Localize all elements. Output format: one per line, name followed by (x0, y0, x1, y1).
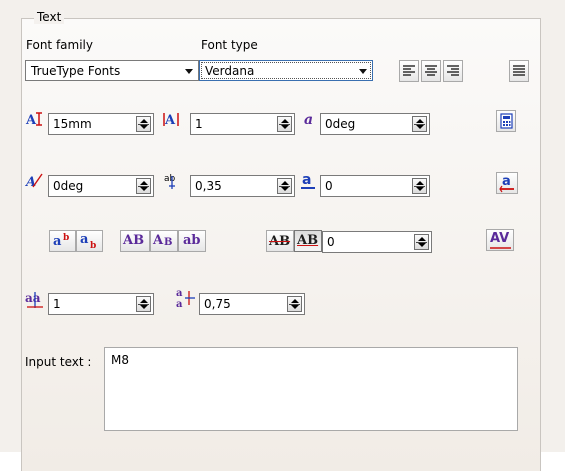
kerning-underline-icon (490, 247, 511, 249)
input-text-area[interactable]: M8 (104, 347, 518, 431)
pitch-value: 0,75 (204, 297, 231, 311)
orientation-icon: A (25, 173, 43, 190)
justify-icon (513, 65, 525, 76)
underline-offset-value: 0 (325, 179, 333, 193)
line-spacing-icon: aa (25, 291, 43, 308)
slant-spinner[interactable]: 0deg (320, 113, 430, 135)
frame-label: AB (297, 233, 319, 248)
underline-offset-spinner[interactable]: 0 (320, 175, 430, 197)
spin-arrows-icon[interactable] (136, 296, 151, 312)
uppercase-button[interactable]: AB (120, 230, 150, 252)
char-spacing-value: 0,35 (195, 179, 222, 193)
uppercase-label: AB (123, 233, 145, 248)
svg-text:a: a (304, 112, 313, 128)
svg-text:aa: aa (25, 291, 41, 305)
strike-offset-spinner[interactable]: 0 (322, 231, 432, 253)
align-right-icon (447, 65, 459, 76)
overline-label: AB (269, 234, 291, 249)
spin-arrows-icon[interactable] (287, 296, 302, 312)
align-center-icon (425, 65, 437, 76)
line-spacing-spinner[interactable]: 1 (48, 293, 154, 315)
align-center-button[interactable] (421, 60, 441, 82)
underline-type-button[interactable]: a (496, 172, 518, 194)
chevron-down-icon (359, 69, 367, 74)
spin-arrows-icon[interactable] (136, 116, 151, 132)
svg-text:A: A (25, 175, 36, 190)
kerning-label: AV (490, 231, 510, 246)
text-height-value: 15mm (53, 117, 92, 131)
subscript-base: a (80, 232, 89, 247)
subscript-button[interactable]: a b (76, 230, 103, 252)
small-caps-button[interactable]: A B (150, 230, 178, 252)
strike-offset-value: 0 (327, 235, 335, 249)
font-type-label: Font type (201, 38, 258, 52)
underline-offset-icon: a (301, 172, 315, 189)
spin-arrows-icon[interactable] (412, 116, 427, 132)
spin-arrows-icon[interactable] (277, 178, 292, 194)
text-height-icon: A (25, 112, 42, 128)
slant-icon: a (304, 112, 313, 128)
subscript-small: b (90, 241, 97, 251)
frame-button[interactable]: AB (294, 230, 322, 252)
char-ratio-spinner[interactable]: 1 (190, 113, 295, 135)
svg-text:a: a (176, 288, 183, 299)
lowercase-label: ab (183, 233, 201, 248)
overline-button[interactable]: AB (266, 230, 294, 252)
char-spacing-icon: ab (164, 174, 176, 189)
underline-type-icon: a (499, 174, 514, 193)
svg-text:ab: ab (164, 174, 176, 184)
input-text-label: Input text : (25, 355, 92, 369)
calculator-icon (500, 113, 513, 129)
lowercase-button[interactable]: ab (178, 230, 206, 252)
pitch-icon: a a (176, 288, 195, 309)
slant-value: 0deg (325, 117, 356, 131)
line-spacing-value: 1 (53, 297, 61, 311)
font-family-combo[interactable]: TrueType Fonts (25, 60, 199, 81)
spin-arrows-icon[interactable] (277, 116, 292, 132)
chevron-down-icon (185, 69, 193, 74)
superscript-small: b (63, 233, 70, 243)
orientation-value: 0deg (53, 179, 84, 193)
char-spacing-spinner[interactable]: 0,35 (190, 175, 295, 197)
align-left-icon (403, 65, 415, 76)
spin-arrows-icon[interactable] (414, 234, 429, 250)
char-ratio-icon: A (163, 113, 179, 128)
font-type-combo[interactable]: Verdana (199, 60, 373, 81)
superscript-button[interactable]: a b (49, 230, 76, 252)
svg-text:A: A (164, 113, 176, 128)
svg-text:a: a (176, 299, 183, 309)
font-family-value: TrueType Fonts (31, 64, 121, 78)
font-type-value: Verdana (205, 64, 255, 78)
justify-button[interactable] (509, 60, 529, 82)
align-right-button[interactable] (443, 60, 463, 82)
orientation-spinner[interactable]: 0deg (48, 175, 154, 197)
text-properties-panel: Text Font family Font type TrueType Font… (0, 0, 565, 471)
pitch-spinner[interactable]: 0,75 (199, 293, 305, 315)
input-text-value: M8 (111, 353, 129, 367)
char-ratio-value: 1 (195, 117, 203, 131)
superscript-base: a (53, 234, 62, 249)
group-title: Text (34, 10, 65, 24)
calculator-button[interactable] (496, 110, 516, 132)
text-height-spinner[interactable]: 15mm (48, 113, 154, 135)
spin-arrows-icon[interactable] (412, 178, 427, 194)
small-caps-small: B (164, 237, 173, 248)
svg-text:a: a (302, 172, 311, 188)
svg-text:A: A (25, 113, 37, 128)
svg-text:a: a (502, 174, 511, 189)
spin-arrows-icon[interactable] (136, 178, 151, 194)
font-family-label: Font family (26, 38, 93, 52)
align-left-button[interactable] (399, 60, 419, 82)
kerning-button[interactable]: AV (486, 229, 514, 251)
small-caps-big: A (153, 233, 164, 248)
